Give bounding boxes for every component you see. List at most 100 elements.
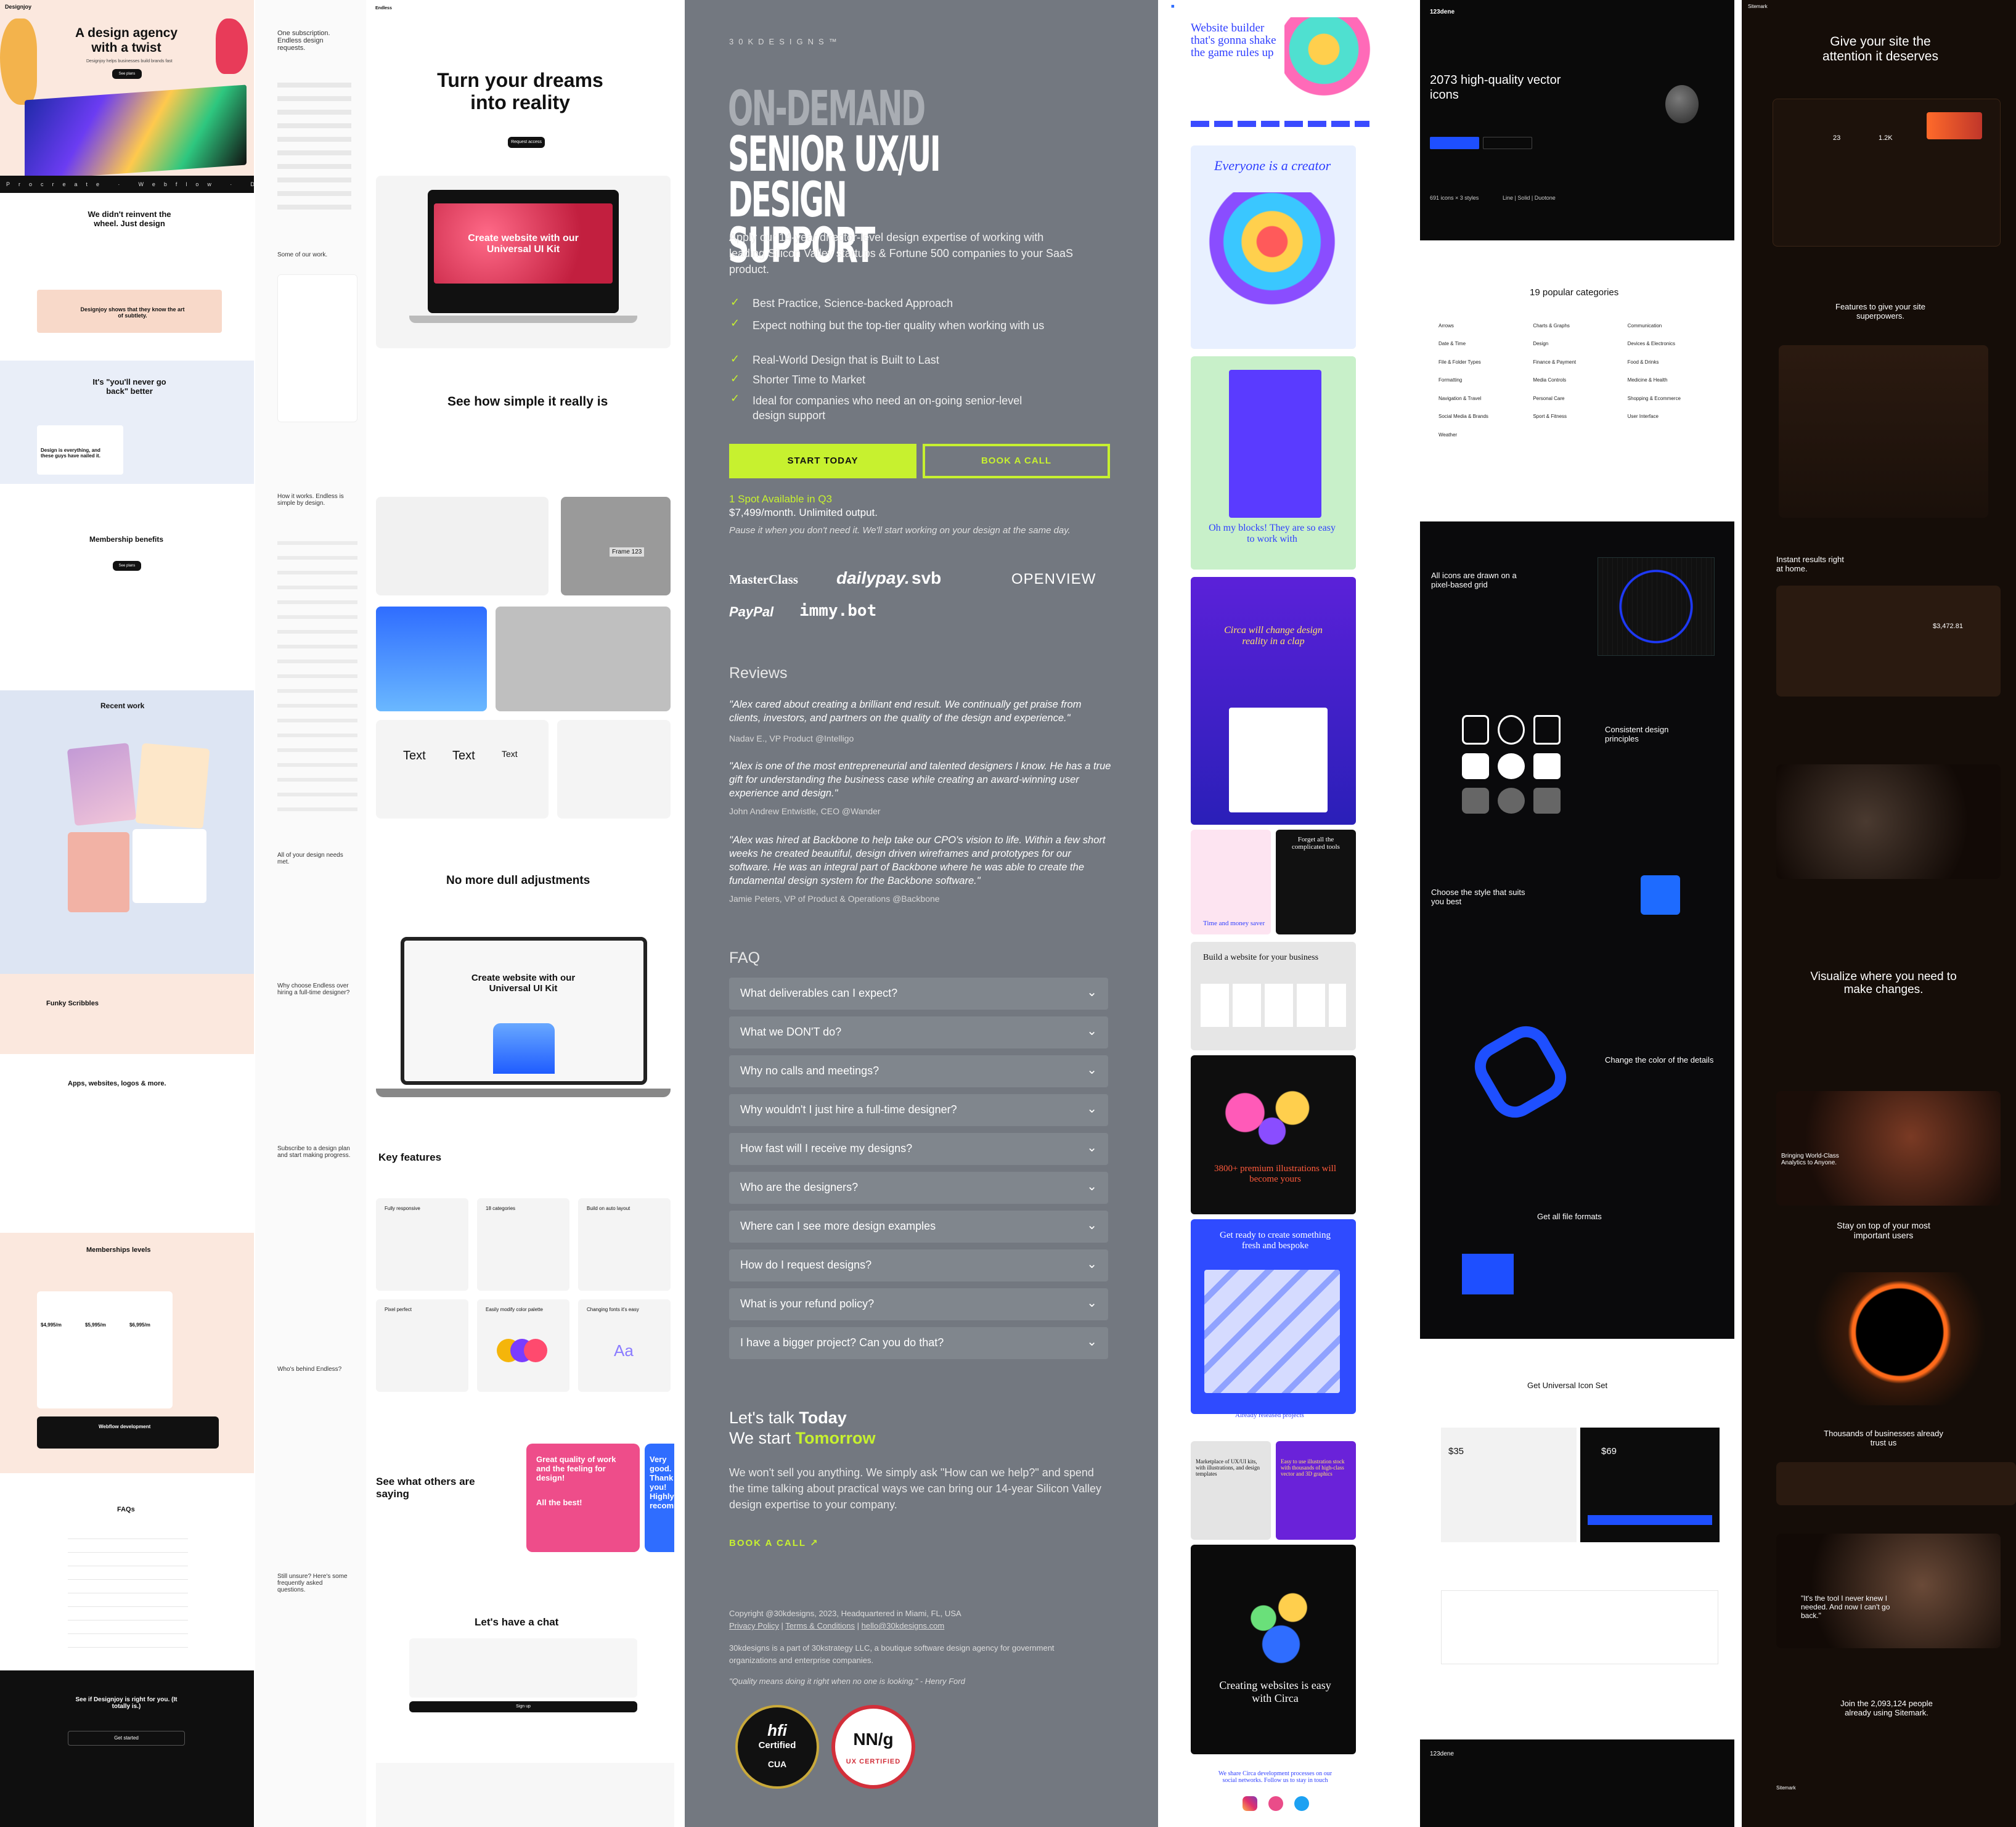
faq-item[interactable]: I have a bigger project? Can you do that…: [729, 1327, 1108, 1359]
category-item[interactable]: Medicine & Health: [1628, 377, 1722, 391]
category-item[interactable]: Navigation & Travel: [1439, 396, 1533, 410]
footer: [376, 1763, 674, 1827]
buy-button[interactable]: [1430, 137, 1479, 149]
book-call-link[interactable]: BOOK A CALL ↗: [729, 1537, 819, 1548]
talk-heading-text: We start: [729, 1429, 791, 1447]
sidebar-heading: One subscription. Endless design request…: [277, 30, 330, 52]
email-link[interactable]: hello@30kdesigns.com: [862, 1621, 945, 1630]
faq-list[interactable]: [68, 1526, 188, 1649]
faq-question: How do I request designs?: [740, 1259, 872, 1271]
section-title: Instant results right at home.: [1776, 555, 1844, 573]
card-caption: Forget all the complicated tools: [1292, 836, 1340, 851]
book-call-button[interactable]: BOOK A CALL: [923, 444, 1110, 478]
faq-question: Why no calls and meetings?: [740, 1065, 879, 1077]
sitemark-logo[interactable]: Sitemark: [1748, 4, 1768, 9]
footer-logo[interactable]: 123dene: [1430, 1751, 1454, 1757]
pause-text: Pause it when you don't need it. We'll s…: [729, 525, 1071, 536]
privacy-link[interactable]: Privacy Policy: [729, 1621, 779, 1630]
category-item[interactable]: Personal Care: [1533, 396, 1627, 410]
category-item[interactable]: Date & Time: [1439, 341, 1533, 355]
category-item[interactable]: Media Controls: [1533, 377, 1627, 391]
laptop-base: [376, 1089, 671, 1097]
category-item[interactable]: Formatting: [1439, 377, 1533, 391]
designjoy-hero-button[interactable]: See plans: [112, 69, 142, 79]
chart-highlight: [1927, 112, 1982, 139]
feature-label: Build on auto layout: [587, 1206, 631, 1211]
faq-item[interactable]: Why wouldn't I just hire a full-time des…: [729, 1094, 1108, 1126]
feature-title: Choose the style that suits you best: [1431, 888, 1525, 906]
card-title: Build a website for your business: [1203, 953, 1319, 962]
twitter-icon[interactable]: [1294, 1796, 1309, 1811]
dribbble-icon[interactable]: [1268, 1796, 1283, 1811]
category-item[interactable]: Sport & Fitness: [1533, 414, 1627, 428]
bell-off-icon[interactable]: [1641, 875, 1680, 915]
font-sample: Aa: [614, 1341, 634, 1360]
category-item[interactable]: Weather: [1439, 432, 1533, 446]
cta-button[interactable]: Get started: [68, 1731, 185, 1746]
intro-text: Apply our 14-year director-level design …: [729, 231, 1073, 276]
portrait-panel: [1776, 1534, 2001, 1648]
circa-logo[interactable]: ◼: [1171, 4, 1175, 9]
faq-question: I have a bigger project? Can you do that…: [740, 1336, 944, 1349]
category-item[interactable]: Finance & Payment: [1533, 359, 1627, 374]
section-title: Memberships levels: [86, 1246, 151, 1254]
faq-item[interactable]: How fast will I receive my designs? ⌄: [729, 1133, 1108, 1165]
figma-format-card[interactable]: [1462, 1254, 1514, 1294]
get-set-button[interactable]: [1588, 1515, 1712, 1525]
review-text: "Alex is one of the most entrepreneurial…: [729, 761, 1111, 799]
hfi-badge: hfi Certified CUA: [735, 1705, 819, 1789]
section-title: Key features: [378, 1151, 442, 1163]
mini-card: [1191, 830, 1271, 934]
designjoy-logo[interactable]: Designjoy: [5, 4, 31, 10]
benefits-button[interactable]: See plans: [113, 561, 141, 571]
category-item[interactable]: Design: [1533, 341, 1627, 355]
stock-card: [1276, 1441, 1356, 1540]
bullet-item: Best Practice, Science-backed Approach: [753, 297, 953, 309]
brand-logo[interactable]: 123dene: [1430, 9, 1455, 15]
category-item[interactable]: Charts & Graphs: [1533, 323, 1627, 337]
thirtyk-logo[interactable]: 30KDESIGNS™: [729, 37, 842, 46]
faq-item[interactable]: Who are the designers? ⌄: [729, 1172, 1108, 1204]
faq-item[interactable]: What deliverables can I expect? ⌄: [729, 978, 1108, 1010]
price-value: $35: [1448, 1446, 1464, 1457]
webflow-label: Webflow development: [99, 1424, 151, 1429]
category-item[interactable]: Arrows: [1439, 323, 1533, 337]
category-item[interactable]: Food & Drinks: [1628, 359, 1722, 374]
quote-text: Design is everything, and these guys hav…: [41, 448, 100, 459]
instagram-icon[interactable]: [1243, 1796, 1257, 1811]
faq-item[interactable]: Where can I see more design examples ⌄: [729, 1211, 1108, 1243]
bullet-item: Expect nothing but the top-tier quality …: [753, 319, 1045, 332]
category-item[interactable]: Communication: [1628, 323, 1722, 337]
terms-link[interactable]: Terms & Conditions: [785, 1621, 855, 1630]
faq-item[interactable]: Why no calls and meetings? ⌄: [729, 1055, 1108, 1087]
preview-button[interactable]: [1483, 137, 1532, 149]
category-item[interactable]: Shopping & Ecommerce: [1628, 396, 1722, 410]
feature-label: Fully responsive: [385, 1206, 420, 1211]
masterclass-logo: MasterClass: [729, 572, 798, 587]
designjoy-hero-title: A design agency with a twist: [75, 26, 178, 55]
start-today-button[interactable]: START TODAY: [729, 444, 916, 478]
pixel-grid-image: [1598, 557, 1715, 656]
category-item[interactable]: User Interface: [1628, 414, 1722, 428]
category-item[interactable]: File & Folder Types: [1439, 359, 1533, 374]
endless-logo[interactable]: Endless: [375, 6, 392, 10]
faq-item[interactable]: What we DON'T do? ⌄: [729, 1016, 1108, 1048]
sidebar-heading: Who's behind Endless?: [277, 1366, 342, 1373]
feature-tile: [557, 720, 671, 819]
feature-tile: [376, 607, 487, 711]
sign-up-button[interactable]: Sign up: [409, 1701, 637, 1712]
footer-logo[interactable]: Sitemark: [1776, 1785, 1796, 1791]
thirtyk-column: 30KDESIGNS™ ON-DEMAND SENIOR UX/UI DESIG…: [685, 0, 1158, 1827]
chevron-down-icon: ⌄: [1087, 1063, 1097, 1077]
category-item[interactable]: Social Media & Brands: [1439, 414, 1533, 428]
endless-column: One subscription. Endless design request…: [255, 0, 674, 1827]
request-access-button[interactable]: Request access: [508, 137, 545, 148]
faq-question: Where can I see more design examples: [740, 1220, 936, 1232]
faq-item[interactable]: What is your refund policy? ⌄: [729, 1288, 1108, 1320]
image-icon: [1462, 788, 1489, 814]
feature-tile: [561, 497, 671, 595]
contact-form[interactable]: [409, 1638, 637, 1698]
category-item[interactable]: Devices & Electronics: [1628, 341, 1722, 355]
faq-item[interactable]: How do I request designs? ⌄: [729, 1249, 1108, 1281]
faq-title: FAQs: [117, 1506, 135, 1513]
